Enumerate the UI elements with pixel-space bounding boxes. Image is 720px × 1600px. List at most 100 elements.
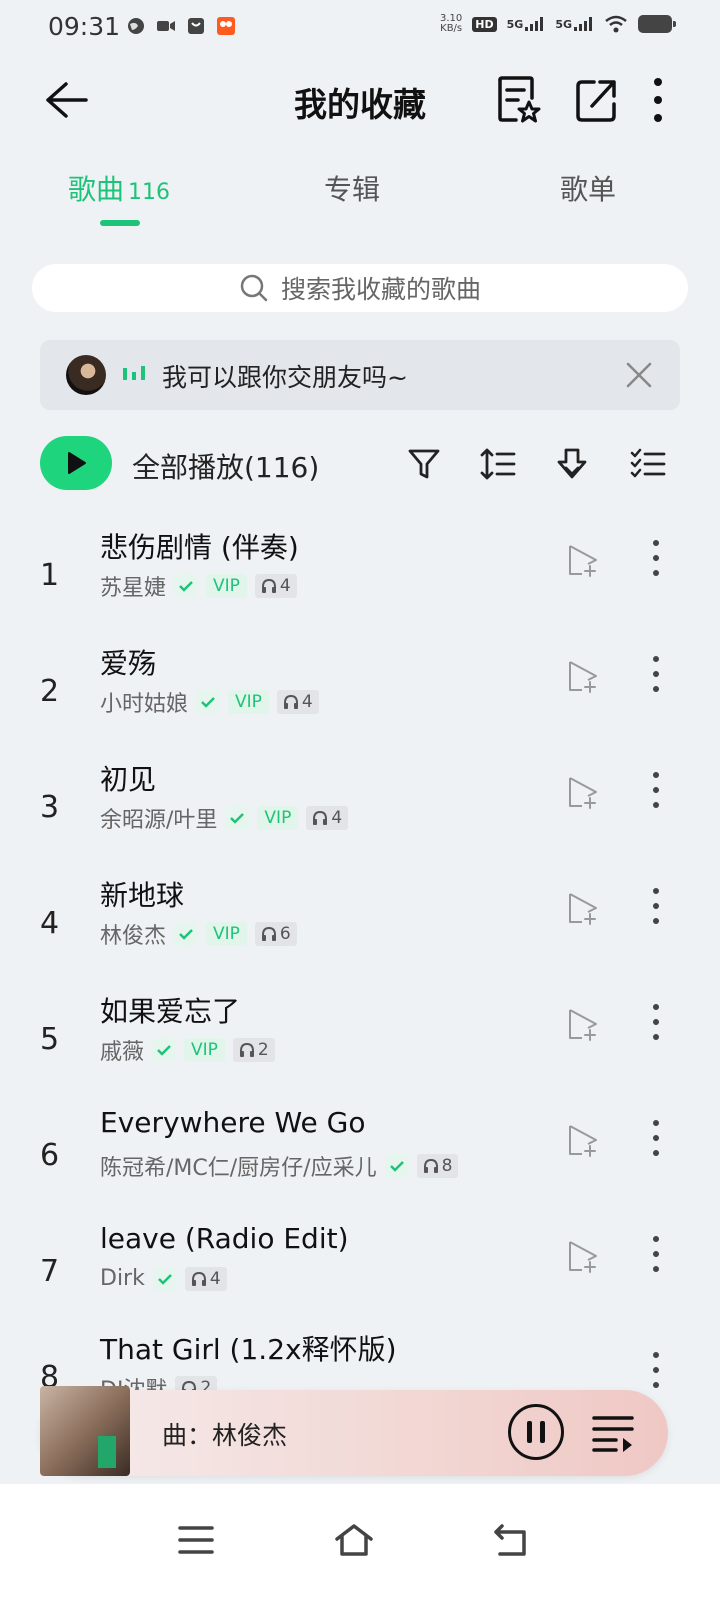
multi-select-icon[interactable] bbox=[630, 446, 666, 482]
header: 我的收藏 bbox=[0, 56, 720, 146]
headphones-icon bbox=[423, 1158, 438, 1173]
more-vertical-icon[interactable] bbox=[642, 1350, 670, 1390]
song-index: 7 bbox=[40, 1254, 60, 1289]
more-vertical-icon[interactable] bbox=[640, 74, 676, 126]
song-meta: 陈冠希/MC仁/厨房仔/应采儿 8 bbox=[100, 1150, 459, 1182]
listen-count: 4 bbox=[279, 576, 291, 596]
song-title: That Girl (1.2x释怀版) bbox=[100, 1333, 397, 1366]
more-vertical-icon[interactable] bbox=[642, 770, 670, 810]
tab-songs[interactable]: 歌曲 116 bbox=[68, 168, 170, 208]
song-row[interactable]: 7 leave (Radio Edit) Dirk 4 bbox=[0, 1216, 720, 1334]
download-icon[interactable] bbox=[554, 446, 590, 482]
listen-count-badge: 4 bbox=[254, 574, 297, 598]
song-row[interactable]: 3 初见 余昭源/叶里 VIP 4 bbox=[0, 752, 720, 870]
listen-count: 4 bbox=[331, 808, 343, 828]
close-icon[interactable] bbox=[624, 360, 654, 390]
song-artist: 余昭源/叶里 bbox=[100, 808, 218, 833]
song-row[interactable]: 5 如果爱忘了 戚薇 VIP 2 bbox=[0, 984, 720, 1102]
song-meta: 戚薇 VIP 2 bbox=[100, 1034, 275, 1066]
search-bar[interactable]: 搜索我收藏的歌曲 bbox=[32, 264, 688, 312]
listen-count-badge: 4 bbox=[184, 1266, 227, 1291]
more-vertical-icon[interactable] bbox=[642, 538, 670, 578]
album-cover[interactable] bbox=[40, 1386, 130, 1476]
tab-albums[interactable]: 专辑 bbox=[324, 168, 380, 208]
song-index: 6 bbox=[40, 1138, 60, 1173]
more-vertical-icon[interactable] bbox=[642, 886, 670, 926]
search-icon bbox=[240, 274, 268, 302]
listen-count-badge: 6 bbox=[254, 922, 297, 946]
more-vertical-icon[interactable] bbox=[642, 1234, 670, 1274]
tab-playlists[interactable]: 歌单 bbox=[560, 168, 616, 208]
listen-count-badge: 4 bbox=[306, 806, 349, 830]
add-to-playlist-icon[interactable] bbox=[566, 890, 602, 926]
check-icon bbox=[152, 1266, 177, 1291]
more-vertical-icon[interactable] bbox=[642, 654, 670, 694]
share-icon[interactable] bbox=[572, 74, 620, 126]
sort-icon[interactable] bbox=[480, 446, 516, 482]
song-row[interactable]: 4 新地球 林俊杰 VIP 6 bbox=[0, 868, 720, 986]
song-title: 如果爱忘了 bbox=[100, 995, 241, 1028]
add-to-playlist-icon[interactable] bbox=[566, 774, 602, 810]
add-to-playlist-icon[interactable] bbox=[566, 1006, 602, 1042]
vip-badge: VIP bbox=[206, 922, 247, 946]
song-index: 4 bbox=[40, 906, 60, 941]
add-to-playlist-icon[interactable] bbox=[566, 658, 602, 694]
back-icon[interactable] bbox=[492, 1522, 532, 1558]
playlist-queue-icon[interactable] bbox=[592, 1414, 634, 1452]
more-vertical-icon[interactable] bbox=[642, 1002, 670, 1042]
pause-button[interactable] bbox=[508, 1404, 564, 1460]
headphones-icon bbox=[313, 810, 328, 825]
globe-icon bbox=[128, 18, 144, 34]
signal-icon bbox=[574, 17, 592, 31]
home-icon[interactable] bbox=[334, 1522, 374, 1558]
now-playing-title[interactable]: 曲：林俊杰 bbox=[162, 1416, 287, 1452]
song-index: 1 bbox=[40, 558, 60, 593]
listen-count: 4 bbox=[209, 1268, 221, 1289]
check-icon bbox=[225, 806, 250, 830]
check-icon bbox=[152, 1038, 177, 1062]
song-artist: 苏星婕 bbox=[100, 576, 167, 601]
pause-icon bbox=[527, 1421, 545, 1443]
song-row[interactable]: 1 悲伤剧情 (伴奏) 苏星婕 VIP 4 bbox=[0, 520, 720, 638]
vip-badge: VIP bbox=[206, 574, 247, 598]
song-index: 2 bbox=[40, 674, 60, 709]
song-index: 5 bbox=[40, 1022, 60, 1057]
song-meta: Dirk 4 bbox=[100, 1266, 227, 1291]
song-artist: 戚薇 bbox=[100, 1040, 145, 1065]
sim-a-label: 5G bbox=[506, 18, 524, 31]
sim-b-signal: 5G bbox=[555, 17, 594, 31]
play-all-label[interactable]: 全部播放(116) bbox=[132, 446, 319, 486]
check-icon bbox=[384, 1154, 409, 1178]
add-to-playlist-icon[interactable] bbox=[566, 1238, 602, 1274]
tab-bar: 歌曲 116 专辑 歌单 bbox=[0, 160, 720, 230]
notice-banner[interactable]: 我可以跟你交朋友吗~ bbox=[40, 340, 680, 410]
filter-icon[interactable] bbox=[406, 446, 442, 482]
song-title: 初见 bbox=[100, 763, 157, 796]
tab-songs-label: 歌曲 bbox=[68, 173, 125, 206]
song-title: 新地球 bbox=[100, 879, 185, 912]
status-time: 09:31 bbox=[48, 12, 121, 41]
menu-icon[interactable] bbox=[176, 1522, 216, 1558]
add-to-playlist-icon[interactable] bbox=[566, 542, 602, 578]
song-artist: 小时姑娘 bbox=[100, 692, 189, 717]
net-speed: 3.10 KB/s bbox=[440, 14, 462, 34]
play-all-button[interactable] bbox=[40, 436, 112, 490]
listen-count-badge: 8 bbox=[416, 1154, 459, 1178]
add-to-playlist-icon[interactable] bbox=[566, 1122, 602, 1158]
song-row[interactable]: 2 爱殇 小时姑娘 VIP 4 bbox=[0, 636, 720, 754]
listen-count-badge: 2 bbox=[232, 1038, 275, 1062]
mini-player[interactable]: 曲：林俊杰 bbox=[40, 1386, 668, 1476]
song-artist: Dirk bbox=[100, 1266, 145, 1291]
playlist-star-icon[interactable] bbox=[494, 74, 542, 126]
vip-badge: VIP bbox=[257, 806, 299, 830]
headphones-icon bbox=[283, 694, 298, 709]
check-icon bbox=[174, 922, 199, 946]
song-row[interactable]: 6 Everywhere We Go 陈冠希/MC仁/厨房仔/应采儿 8 bbox=[0, 1100, 720, 1218]
listen-count: 2 bbox=[257, 1040, 269, 1060]
check-icon bbox=[196, 690, 221, 714]
play-icon bbox=[68, 452, 86, 474]
shopping-bag-icon bbox=[188, 18, 204, 34]
battery-icon bbox=[638, 15, 676, 33]
vip-badge: VIP bbox=[228, 690, 269, 714]
more-vertical-icon[interactable] bbox=[642, 1118, 670, 1158]
